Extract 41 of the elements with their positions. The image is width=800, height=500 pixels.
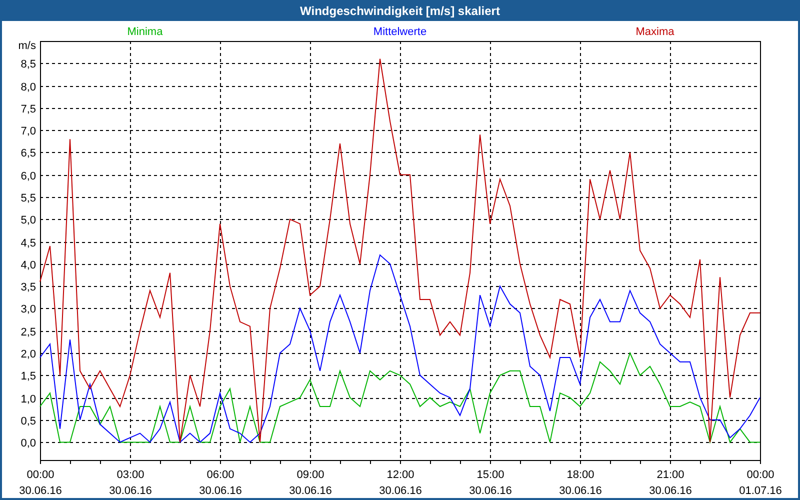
axis-tick-label: 4,0 <box>20 260 36 272</box>
axis-tick-label: 8,0 <box>20 82 36 94</box>
axis-tick-label: 00:00 <box>26 469 54 481</box>
axis-tick-label: 3,0 <box>20 304 36 316</box>
axis-tick-label: 7,5 <box>20 104 36 116</box>
axis-tick-label: 1,0 <box>20 394 36 406</box>
axis-tick-label: 30.06.16 <box>379 485 422 497</box>
axis-tick-label: 30.06.16 <box>289 485 332 497</box>
axis-tick-label: 30.06.16 <box>109 485 152 497</box>
window-title: Windgeschwindigkeit [m/s] skaliert <box>300 2 500 20</box>
axis-tick-label: 00:00 <box>746 469 774 481</box>
axis-tick-label: 8,5 <box>20 58 36 70</box>
axis-tick-label: 18:00 <box>566 469 594 481</box>
axis-tick-label: 30.06.16 <box>199 485 242 497</box>
legend-label: Maxima <box>636 26 674 38</box>
axis-tick-label: 6,5 <box>20 148 36 160</box>
axis-tick-label: 3,5 <box>20 282 36 294</box>
axis-unit-label: m/s <box>18 40 36 52</box>
axis-tick-label: 2,5 <box>20 326 36 338</box>
axis-tick-label: 4,5 <box>20 238 36 250</box>
axis-tick-label: 0,0 <box>20 438 36 450</box>
axis-tick-label: 21:00 <box>656 469 684 481</box>
axis-tick-label: 6,0 <box>20 170 36 182</box>
axis-tick-label: 30.06.16 <box>559 485 602 497</box>
legend-label: Mittelwerte <box>373 26 427 38</box>
axis-tick-label: 7,0 <box>20 126 36 138</box>
legend-label: Minima <box>127 26 163 38</box>
axis-tick-label: 2,0 <box>20 348 36 360</box>
axis-tick-label: 1,5 <box>20 370 36 382</box>
axis-tick-label: 30.06.16 <box>469 485 512 497</box>
axis-tick-label: 06:00 <box>206 469 234 481</box>
axis-tick-label: 5,0 <box>20 214 36 226</box>
axis-tick-label: 30.06.16 <box>649 485 692 497</box>
axis-tick-label: 15:00 <box>476 469 504 481</box>
axis-tick-label: 12:00 <box>386 469 414 481</box>
axis-tick-label: 30.06.16 <box>19 485 62 497</box>
axis-tick-label: 09:00 <box>296 469 324 481</box>
axis-tick-label: 03:00 <box>116 469 144 481</box>
axis-tick-label: 0,5 <box>20 416 36 428</box>
axis-tick-label: 5,5 <box>20 192 36 204</box>
axis-tick-label: 01.07.16 <box>739 485 782 497</box>
